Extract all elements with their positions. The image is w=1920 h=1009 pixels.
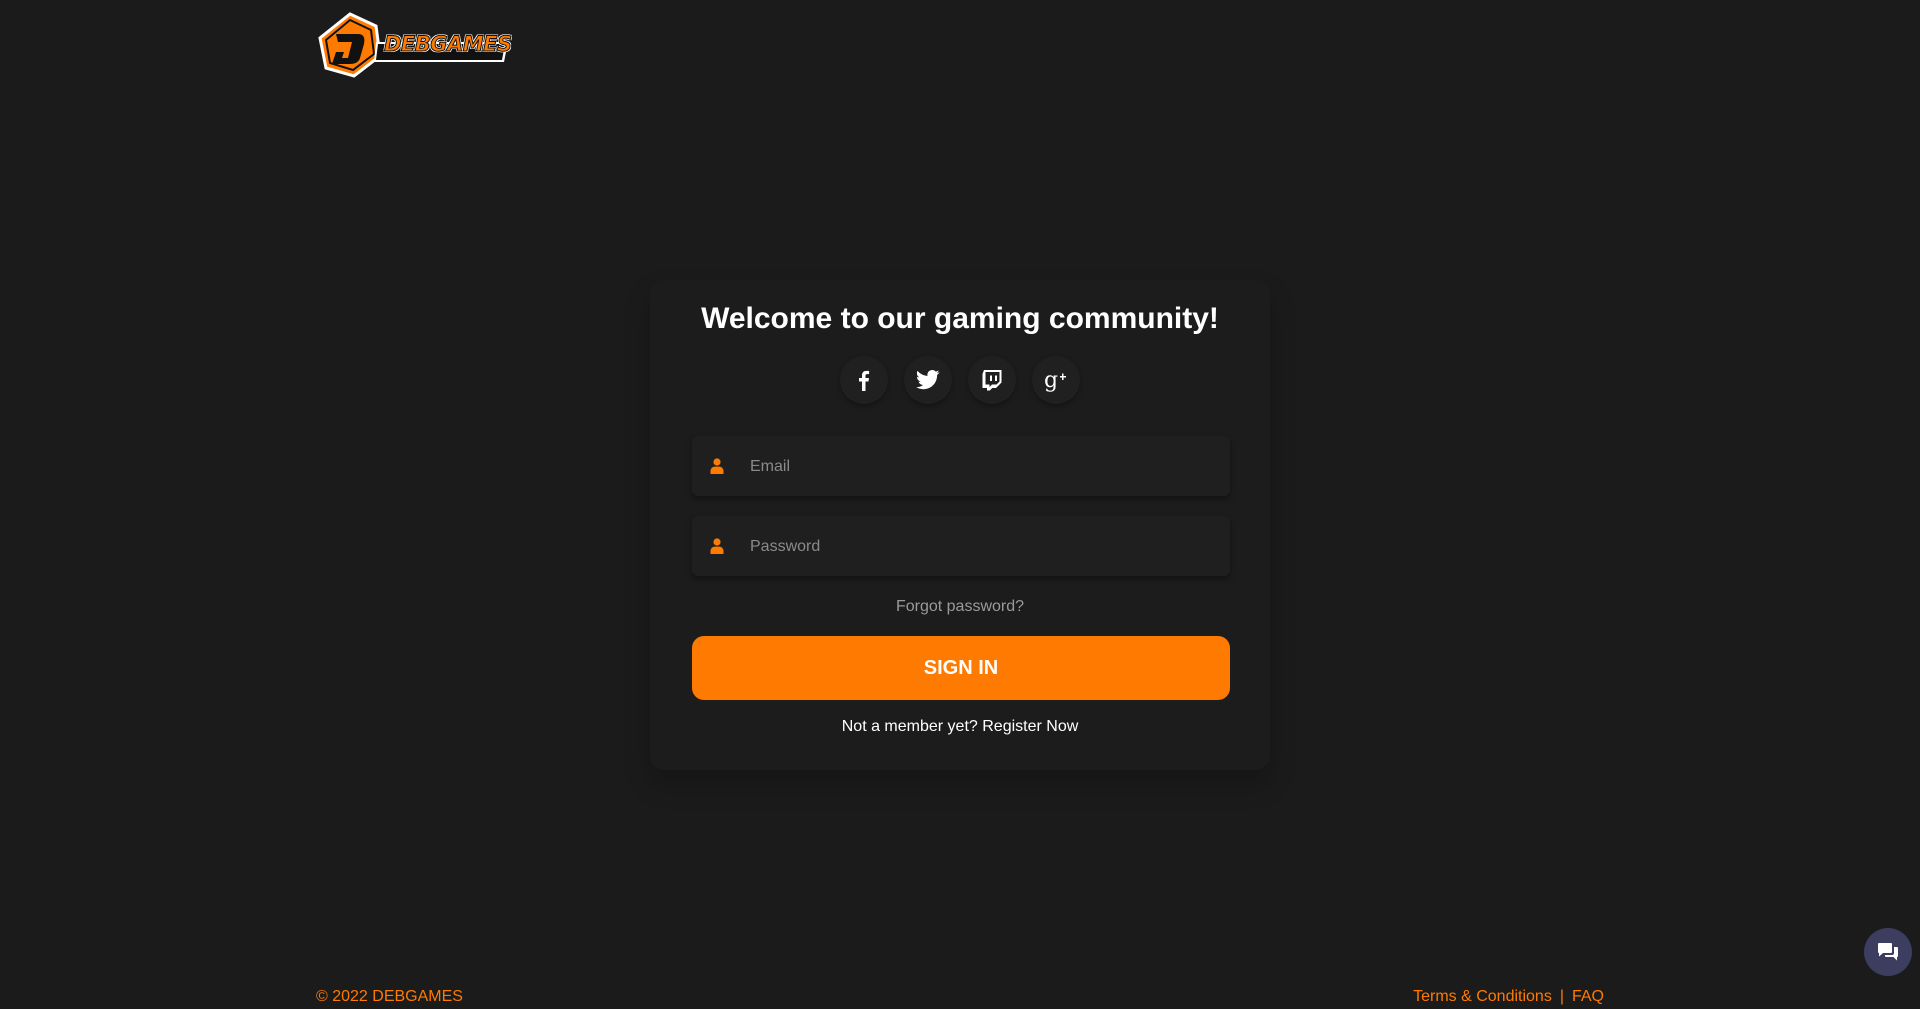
sign-in-button[interactable]: SIGN IN <box>692 636 1230 700</box>
email-field <box>692 436 1230 498</box>
social-login-group: g <box>840 356 1080 404</box>
terms-link[interactable]: Terms & Conditions <box>1413 988 1552 1005</box>
copyright-text: © 2022 DEBGAMES <box>316 988 463 1005</box>
forgot-password-link[interactable]: Forgot password? <box>650 598 1270 616</box>
password-field <box>692 516 1230 578</box>
password-input[interactable] <box>748 516 1222 578</box>
faq-link[interactable]: FAQ <box>1572 988 1604 1005</box>
login-panel: Welcome to our gaming community! g Email… <box>650 280 1270 770</box>
twitter-login-button[interactable] <box>904 356 952 404</box>
brand-logo[interactable]: DEBGAMES <box>318 12 514 80</box>
user-icon <box>710 458 724 474</box>
chat-bubble-icon <box>1878 943 1898 961</box>
footer-separator: | <box>1559 988 1564 1005</box>
google-plus-icon: g <box>1044 368 1066 392</box>
logo-wordmark: DEBGAMES <box>384 32 513 56</box>
register-prompt: Not a member yet? Register Now <box>650 718 1270 736</box>
google-plus-login-button[interactable]: g <box>1032 356 1080 404</box>
twitch-login-button[interactable] <box>968 356 1016 404</box>
twitch-icon <box>982 370 1002 391</box>
page-title: Welcome to our gaming community! <box>701 302 1219 335</box>
footer-links: Terms & Conditions | FAQ <box>1413 988 1604 1006</box>
email-input[interactable] <box>748 436 1222 498</box>
facebook-login-button[interactable] <box>840 356 888 404</box>
chat-widget-button[interactable] <box>1864 928 1912 976</box>
login-page: DEBGAMES Welcome to our gaming community… <box>0 0 1920 1009</box>
register-now-link[interactable]: Not a member yet? Register Now <box>842 718 1079 735</box>
twitter-icon <box>916 370 940 390</box>
facebook-icon <box>859 370 870 391</box>
user-icon <box>710 538 724 554</box>
svg-text:g: g <box>1044 368 1058 392</box>
